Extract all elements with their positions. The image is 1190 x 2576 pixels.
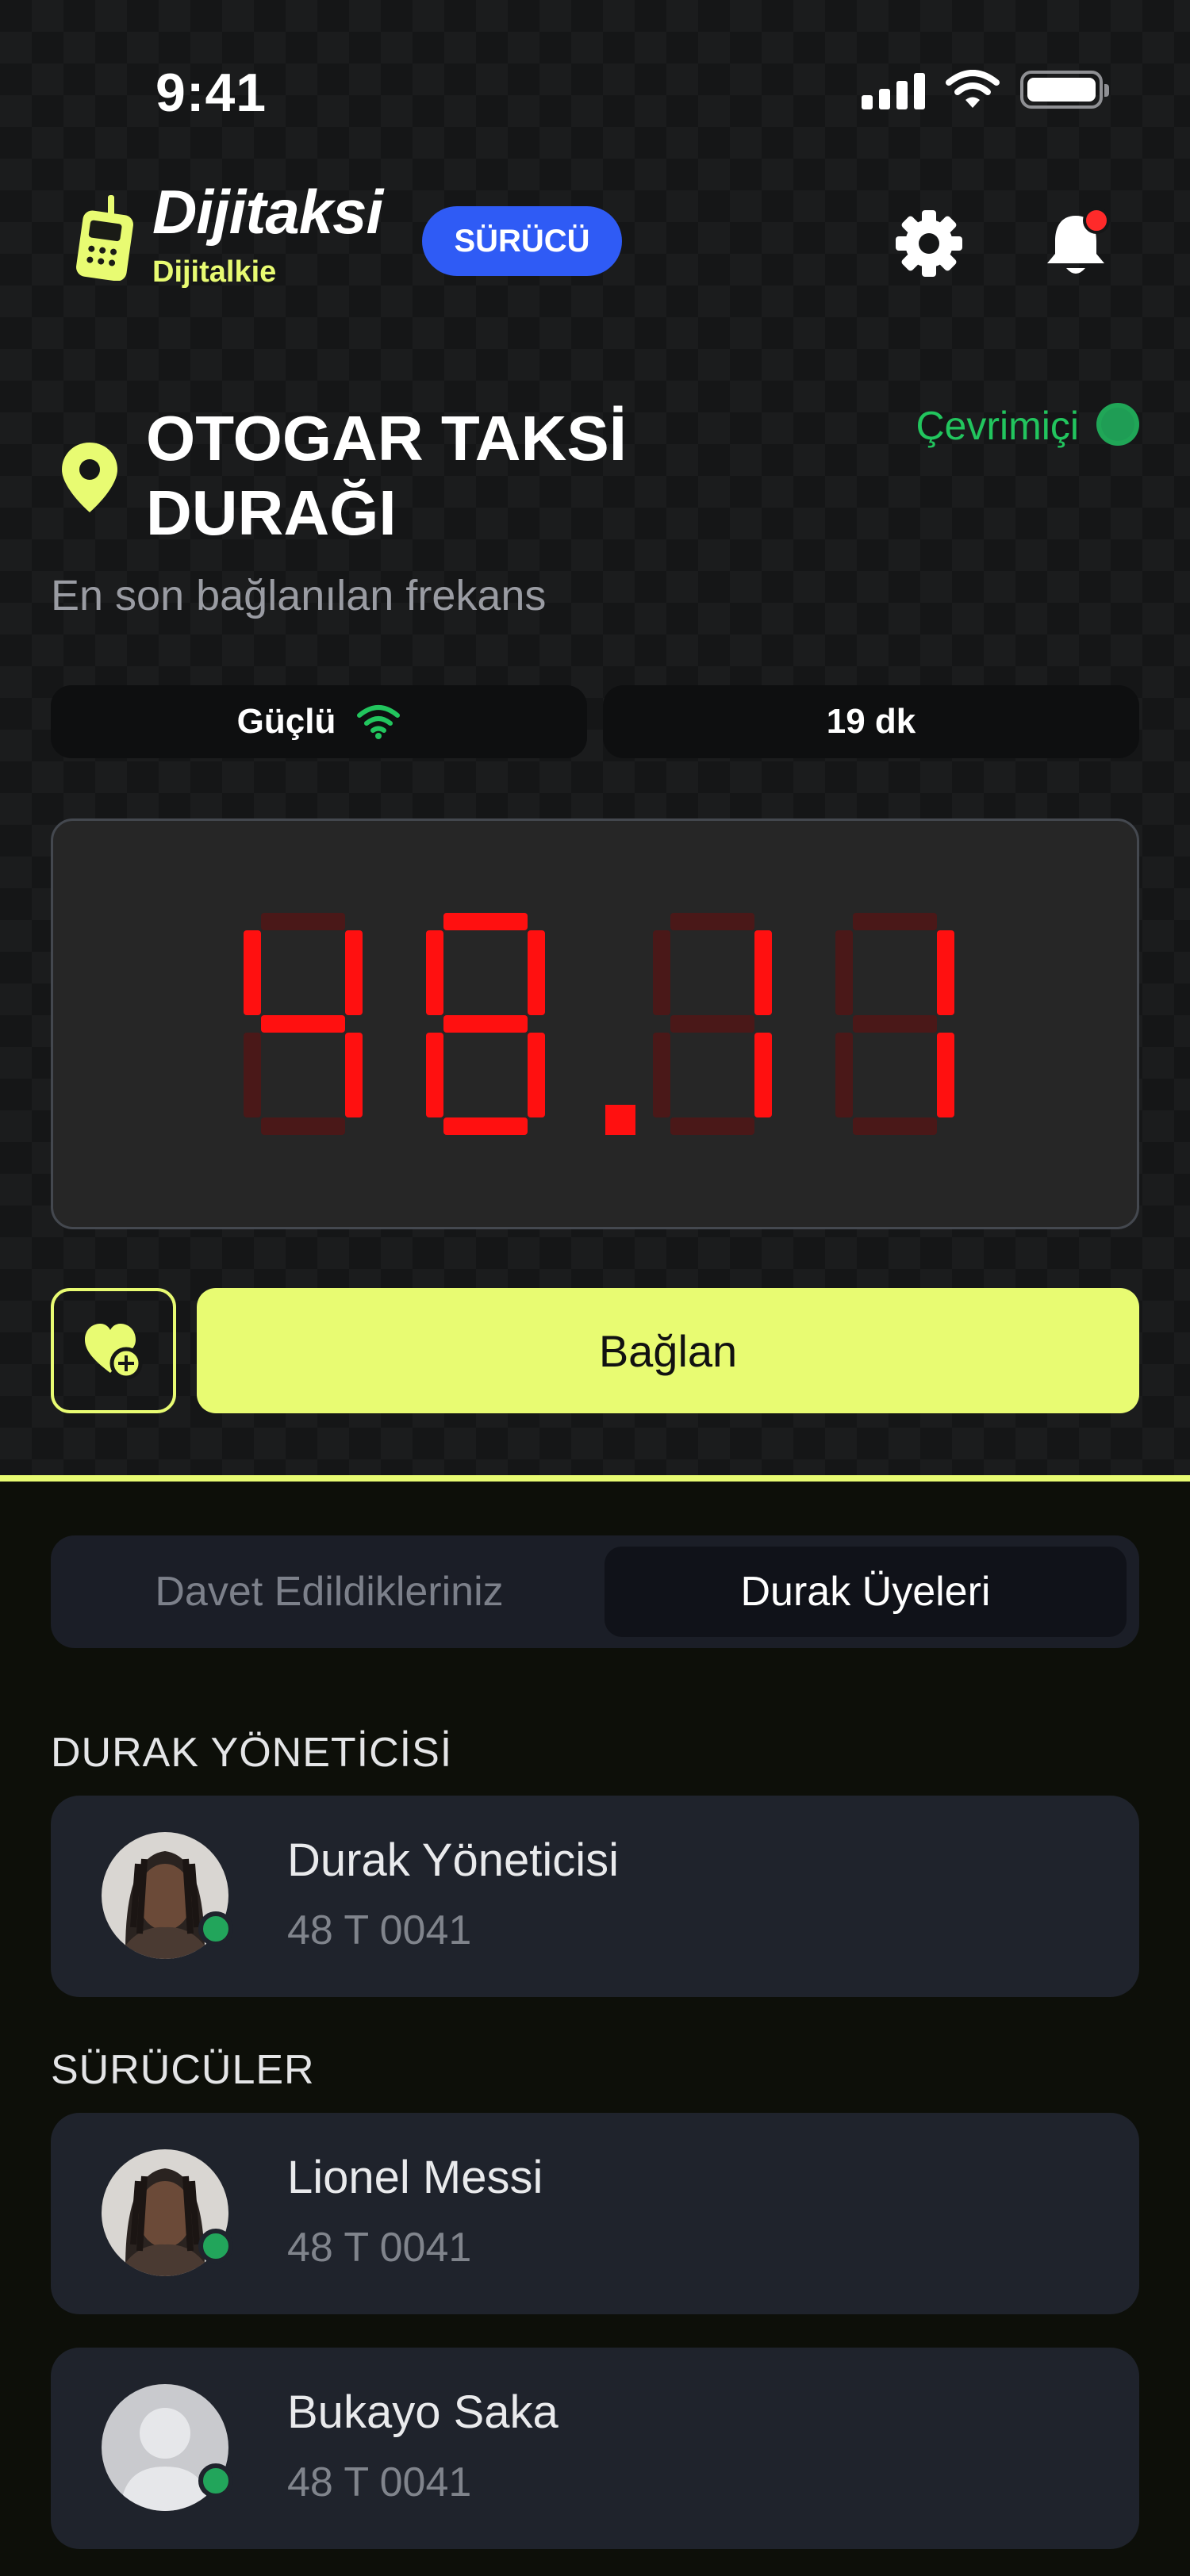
online-status-label: Çevrimiçi: [916, 404, 1079, 448]
digit-1-segment-g: [443, 1015, 528, 1033]
tab-invited[interactable]: Davet Edildikleriniz: [63, 1547, 595, 1637]
walkie-talkie-logo-icon: [76, 195, 133, 281]
digit-1-segment-c: [528, 1033, 545, 1117]
online-status-dot: [1096, 403, 1139, 446]
digit-0-segment-a: [261, 913, 345, 930]
digit-3-segment-a: [670, 913, 754, 930]
digit-0-segment-c: [345, 1033, 363, 1117]
role-badge: SÜRÜCÜ: [422, 206, 622, 276]
member-plate: 48 T 0041: [287, 1907, 472, 1953]
digit-0-segment-f: [244, 930, 261, 1015]
cellular-signal-icon: [862, 70, 925, 109]
online-indicator: [198, 2229, 233, 2264]
online-indicator: [198, 2463, 233, 2498]
status-time: 9:41: [155, 63, 267, 123]
location-pin-icon: [62, 443, 117, 512]
brand-name: Dijitaksi: [152, 177, 383, 247]
wifi-signal-icon: [357, 705, 401, 739]
digit-4-segment-b: [937, 930, 954, 1015]
digit-4-segment-a: [853, 913, 937, 930]
settings-gear-icon[interactable]: [893, 208, 965, 279]
member-plate: 48 T 0041: [287, 2225, 472, 2271]
member-tabs: Davet Edildikleriniz Durak Üyeleri: [51, 1535, 1139, 1648]
member-card-driver[interactable]: Bukayo Saka 48 T 0041: [51, 2348, 1139, 2549]
digit-0-segment-e: [244, 1033, 261, 1117]
digit-3-segment-d: [670, 1117, 754, 1135]
digit-0-segment-g: [261, 1015, 345, 1033]
manager-section-title: DURAK YÖNETİCİSİ: [51, 1730, 453, 1776]
member-name: Bukayo Saka: [287, 2386, 559, 2438]
tab-station-members[interactable]: Durak Üyeleri: [605, 1547, 1127, 1637]
frequency-display: [51, 818, 1139, 1229]
member-card-manager[interactable]: Durak Yöneticisi 48 T 0041: [51, 1796, 1139, 1997]
digit-4-segment-g: [853, 1015, 937, 1033]
digit-1-segment-a: [443, 913, 528, 930]
digit-0-segment-d: [261, 1117, 345, 1135]
station-title: OTOGAR TAKSİ DURAĞI: [146, 403, 627, 548]
heart-plus-icon: [85, 1324, 143, 1379]
battery-icon: [1020, 71, 1109, 109]
add-favorite-button[interactable]: [51, 1288, 176, 1413]
seven-segment-frequency: [244, 913, 954, 1135]
section-divider: [0, 1475, 1190, 1482]
digit-3-segment-e: [653, 1033, 670, 1117]
signal-strength-pill: Güçlü: [51, 685, 587, 758]
connect-button[interactable]: Bağlan: [197, 1288, 1139, 1413]
digit-3-segment-f: [653, 930, 670, 1015]
brand-subtitle: Dijitalkie: [152, 255, 277, 289]
status-icons: [862, 70, 1109, 109]
member-plate: 48 T 0041: [287, 2459, 472, 2505]
signal-strength-label: Güçlü: [236, 702, 336, 741]
digit-1-segment-e: [426, 1033, 443, 1117]
digit-3-segment-b: [754, 930, 772, 1015]
digit-4-segment-c: [937, 1033, 954, 1117]
station-subtitle: En son bağlanılan frekans: [51, 572, 547, 619]
duration-pill: 19 dk: [603, 685, 1139, 758]
digit-1-segment-b: [528, 930, 545, 1015]
digit-4-segment-d: [853, 1117, 937, 1135]
digit-1-segment-d: [443, 1117, 528, 1135]
member-name: Lionel Messi: [287, 2152, 543, 2203]
digit-4-segment-f: [835, 930, 853, 1015]
digit-0-segment-b: [345, 930, 363, 1015]
duration-label: 19 dk: [826, 702, 916, 741]
online-indicator: [198, 1911, 233, 1946]
digit-4-segment-e: [835, 1033, 853, 1117]
decimal-point: [605, 1105, 635, 1135]
notification-bell-icon[interactable]: [1036, 205, 1115, 284]
member-name: Durak Yöneticisi: [287, 1834, 620, 1886]
wifi-icon: [946, 70, 1000, 108]
member-card-driver[interactable]: Lionel Messi 48 T 0041: [51, 2113, 1139, 2314]
drivers-section-title: SÜRÜCÜLER: [51, 2047, 315, 2093]
digit-3-segment-c: [754, 1033, 772, 1117]
digit-1-segment-f: [426, 930, 443, 1015]
digit-3-segment-g: [670, 1015, 754, 1033]
